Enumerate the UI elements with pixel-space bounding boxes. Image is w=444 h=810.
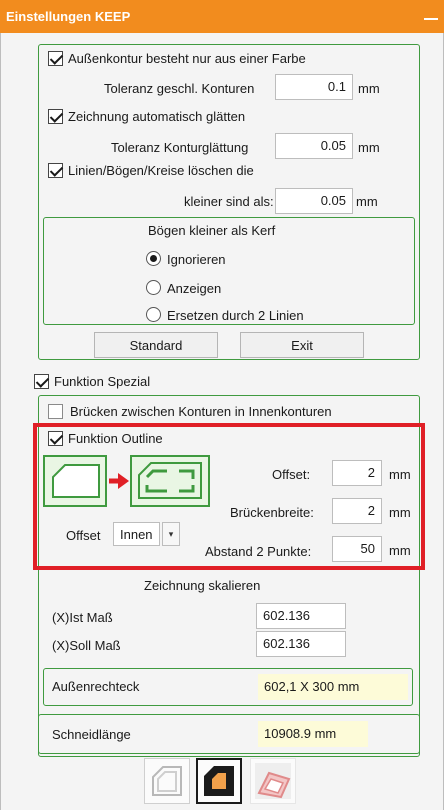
ist-value-input[interactable]: 602.136: [256, 603, 346, 629]
outline-view-icon: [152, 766, 182, 796]
kerf-option-show-radio[interactable]: [146, 280, 161, 295]
distance-label: Abstand 2 Punkte:: [205, 544, 312, 559]
kerf-option-ignore-label: Ignorieren: [167, 252, 226, 267]
exit-button[interactable]: Exit: [240, 332, 364, 358]
offset-input[interactable]: 2: [332, 460, 382, 486]
ist-label: (X)Ist Maß: [52, 610, 113, 625]
smooth-checkbox[interactable]: [48, 109, 63, 124]
bridges-checkbox[interactable]: [48, 404, 63, 419]
single-color-checkbox[interactable]: [48, 51, 63, 66]
smaller-than-unit: mm: [356, 194, 378, 209]
tol-smooth-unit: mm: [358, 140, 380, 155]
smooth-label: Zeichnung automatisch glätten: [68, 109, 246, 124]
offset-label: Offset:: [272, 467, 311, 482]
offset-mode-label: Offset: [66, 528, 101, 543]
minimize-icon[interactable]: [424, 4, 438, 20]
tol-closed-input[interactable]: 0.1: [275, 74, 353, 100]
outer-rect-value: 602,1 X 300 mm: [258, 674, 408, 700]
kerf-option-show-label: Anzeigen: [167, 281, 222, 296]
bridge-width-label: Brückenbreite:: [230, 505, 314, 520]
tol-closed-unit: mm: [358, 81, 380, 96]
special-function-label: Funktion Spezial: [54, 374, 151, 389]
3d-preview-icon: [255, 763, 291, 799]
soll-value-input[interactable]: 602.136: [256, 631, 346, 657]
delete-small-checkbox[interactable]: [48, 163, 63, 178]
standard-button[interactable]: Standard: [94, 332, 218, 358]
smaller-than-input[interactable]: 0.05: [275, 188, 353, 214]
kerf-option-ignore-radio[interactable]: [146, 251, 161, 266]
distance-unit: mm: [389, 543, 411, 558]
outline-checkbox[interactable]: [48, 431, 63, 446]
scale-title: Zeichnung skalieren: [144, 578, 261, 593]
chevron-down-icon[interactable]: ▾: [162, 522, 180, 546]
kerf-option-replace-radio[interactable]: [146, 307, 161, 322]
tol-smooth-label: Toleranz Konturglättung: [111, 140, 249, 155]
outline-illustration-icon: [43, 455, 211, 507]
cut-length-value: 10908.9 mm: [258, 721, 368, 747]
filled-shape-icon: [204, 766, 234, 796]
outline-label: Funktion Outline: [68, 431, 163, 446]
offset-unit: mm: [389, 467, 411, 482]
toolbar-button-outline[interactable]: [144, 758, 190, 804]
smaller-than-label: kleiner sind als:: [184, 194, 274, 209]
tol-closed-label: Toleranz geschl. Konturen: [104, 81, 255, 96]
toolbar-button-filled[interactable]: [196, 758, 242, 804]
outer-rect-label: Außenrechteck: [52, 679, 140, 694]
distance-input[interactable]: 50: [332, 536, 382, 562]
toolbar-button-3d[interactable]: [250, 758, 296, 804]
tol-smooth-input[interactable]: 0.05: [275, 133, 353, 159]
bridges-label: Brücken zwischen Konturen in Innenkontur…: [70, 404, 332, 419]
special-function-checkbox[interactable]: [34, 374, 49, 389]
single-color-label: Außenkontur besteht nur aus einer Farbe: [68, 51, 306, 66]
kerf-group-title: Bögen kleiner als Kerf: [148, 223, 276, 238]
soll-label: (X)Soll Maß: [52, 638, 121, 653]
window-title: Einstellungen KEEP: [6, 9, 131, 24]
kerf-option-replace-label: Ersetzen durch 2 Linien: [167, 308, 304, 323]
delete-small-label: Linien/Bögen/Kreise löschen die: [68, 163, 254, 178]
bridge-width-unit: mm: [389, 505, 411, 520]
cut-length-label: Schneidlänge: [52, 727, 131, 742]
window-title-bar: Einstellungen KEEP: [0, 0, 444, 33]
offset-mode-select[interactable]: Innen: [113, 522, 160, 546]
bridge-width-input[interactable]: 2: [332, 498, 382, 524]
